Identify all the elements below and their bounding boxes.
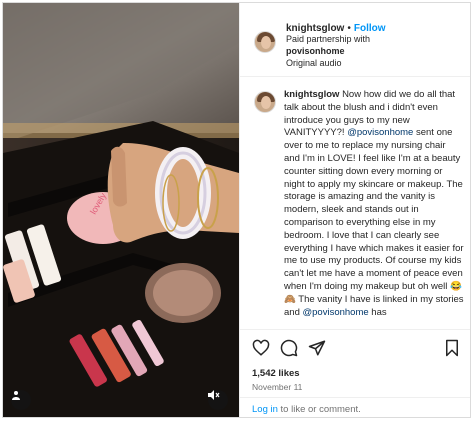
like-count[interactable]: 1,542 likes bbox=[252, 368, 300, 379]
caption-mention-2[interactable]: @povisonhome bbox=[303, 307, 369, 318]
caption-text-2: sent one over to me to replace my nursin… bbox=[284, 127, 464, 318]
speaker-muted-icon bbox=[208, 390, 220, 400]
post-caption: knightsglow Now how did we do all that t… bbox=[284, 89, 464, 329]
partner-link[interactable]: povisonhome bbox=[286, 45, 345, 57]
post-header: knightsglow • Follow Paid partnership with… bbox=[240, 3, 470, 77]
login-prompt-text: to like or comment. bbox=[277, 404, 361, 415]
user-tag-icon bbox=[12, 391, 20, 400]
partner-name[interactable]: povisonhome bbox=[286, 46, 345, 56]
avatar[interactable] bbox=[254, 31, 276, 53]
caption-mention-1[interactable]: @povisonhome bbox=[347, 127, 413, 138]
post-video[interactable]: lovely bbox=[3, 3, 239, 417]
heart-icon[interactable] bbox=[252, 339, 270, 357]
caption-text-3: has bbox=[368, 306, 387, 318]
mute-button[interactable] bbox=[208, 390, 228, 410]
login-link[interactable]: Log in bbox=[252, 404, 278, 415]
caption-username[interactable]: knightsglow bbox=[284, 89, 339, 100]
video-frame-illustration: lovely bbox=[3, 3, 239, 417]
post-frame: lovely knightsglow • Follow Paid partner… bbox=[2, 2, 471, 418]
user-tag-button[interactable] bbox=[11, 390, 31, 410]
comment-icon[interactable] bbox=[280, 339, 298, 357]
post-date[interactable]: November 11 bbox=[252, 382, 302, 392]
bookmark-icon[interactable] bbox=[443, 339, 461, 357]
paid-partnership-label: Paid partnership with bbox=[286, 33, 370, 45]
caption-avatar[interactable] bbox=[254, 91, 276, 113]
share-icon[interactable] bbox=[308, 339, 326, 357]
post-details-panel: knightsglow • Follow Paid partnership with… bbox=[239, 3, 470, 417]
audio-label[interactable]: Original audio bbox=[286, 57, 342, 69]
partnership-prefix: Paid partnership with bbox=[286, 34, 371, 44]
login-prompt: Log in to like or comment. bbox=[240, 397, 470, 417]
